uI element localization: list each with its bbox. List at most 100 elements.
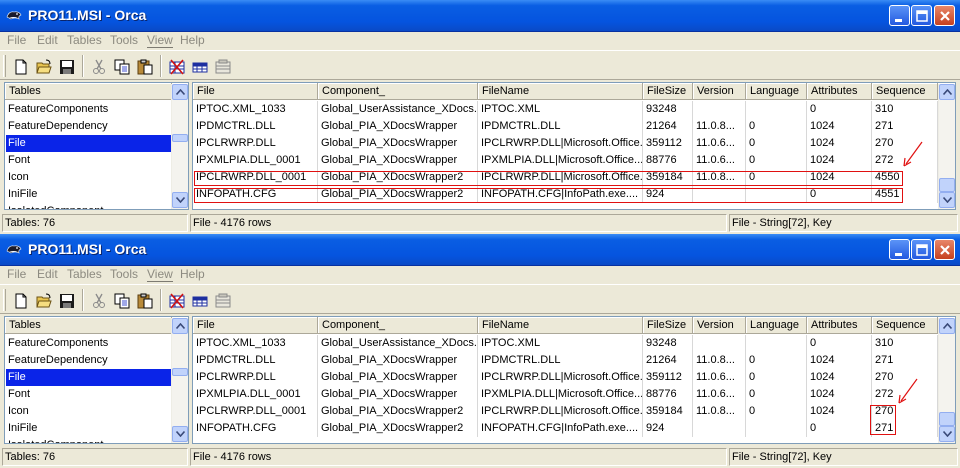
tables-list-item[interactable]: IsolatedComponent bbox=[6, 203, 173, 209]
cell-file[interactable]: IPTOC.XML_1033 bbox=[193, 101, 318, 118]
minimize-button[interactable] bbox=[889, 239, 910, 260]
cell-language[interactable] bbox=[746, 101, 807, 118]
save-button[interactable] bbox=[56, 56, 78, 78]
open-button[interactable] bbox=[33, 290, 55, 312]
cell-version[interactable]: 11.0.8... bbox=[693, 118, 746, 135]
cell-filesize[interactable]: 359112 bbox=[643, 369, 693, 386]
tables-list-item[interactable]: FeatureComponents bbox=[6, 101, 173, 118]
paste-button[interactable] bbox=[134, 56, 156, 78]
header-file[interactable]: File bbox=[193, 83, 318, 100]
cell-sequence[interactable]: 310 bbox=[872, 101, 938, 118]
menu-view[interactable]: View bbox=[147, 33, 173, 48]
menu-tools[interactable]: Tools bbox=[110, 33, 138, 47]
cell-filesize[interactable]: 88776 bbox=[643, 152, 693, 169]
cell-language[interactable] bbox=[746, 420, 807, 437]
tables-list-item[interactable]: File bbox=[6, 369, 173, 386]
table-row[interactable]: IPTOC.XML_1033 Global_UserAssistance_XDoc… bbox=[193, 335, 938, 352]
menu-file[interactable]: File bbox=[7, 33, 26, 47]
tables-list-item[interactable]: Icon bbox=[6, 403, 173, 420]
tables-list-item[interactable]: FeatureComponents bbox=[6, 335, 173, 352]
header-attributes[interactable]: Attributes bbox=[807, 317, 872, 334]
table-properties-button[interactable] bbox=[166, 290, 188, 312]
cell-component[interactable]: Global_PIA_XDocsWrapper bbox=[318, 135, 478, 152]
cell-attributes[interactable]: 1024 bbox=[807, 118, 872, 135]
cell-component[interactable]: Global_PIA_XDocsWrapper bbox=[318, 369, 478, 386]
cell-filename[interactable]: IPXMLPIA.DLL|Microsoft.Office... bbox=[478, 386, 643, 403]
cell-attributes[interactable]: 1024 bbox=[807, 152, 872, 169]
scroll-down-button[interactable] bbox=[172, 426, 188, 442]
cell-attributes[interactable]: 1024 bbox=[807, 369, 872, 386]
cell-version[interactable] bbox=[693, 101, 746, 118]
cell-sequence[interactable]: 310 bbox=[872, 335, 938, 352]
cell-version[interactable] bbox=[693, 335, 746, 352]
grid-scrollbar[interactable] bbox=[938, 318, 955, 443]
header-component[interactable]: Component_ bbox=[318, 317, 478, 334]
cell-component[interactable]: Global_PIA_XDocsWrapper bbox=[318, 352, 478, 369]
header-filename[interactable]: FileName bbox=[478, 317, 643, 334]
file-table-grid[interactable]: File Component_ FileName FileSize Version Lan… bbox=[192, 316, 956, 444]
header-language[interactable]: Language bbox=[746, 83, 807, 100]
cell-file[interactable]: IPCLRWRP.DLL_0001 bbox=[193, 403, 318, 420]
header-filename[interactable]: FileName bbox=[478, 83, 643, 100]
header-attributes[interactable]: Attributes bbox=[807, 83, 872, 100]
table-row[interactable]: IPTOC.XML_1033 Global_UserAssistance_XDoc… bbox=[193, 101, 938, 118]
header-sequence[interactable]: Sequence bbox=[872, 317, 938, 334]
copy-button[interactable] bbox=[111, 56, 133, 78]
paste-button[interactable] bbox=[134, 290, 156, 312]
tables-list-item[interactable]: Font bbox=[6, 386, 173, 403]
cell-component[interactable]: Global_PIA_XDocsWrapper2 bbox=[318, 403, 478, 420]
header-version[interactable]: Version bbox=[693, 317, 746, 334]
cell-file[interactable]: IPDMCTRL.DLL bbox=[193, 352, 318, 369]
tables-list-panel[interactable]: Tables FeatureComponents FeatureDependenc… bbox=[4, 316, 189, 444]
scroll-thumb[interactable] bbox=[939, 412, 955, 426]
cell-filename[interactable]: IPCLRWRP.DLL|Microsoft.Office... bbox=[478, 135, 643, 152]
table-row[interactable]: IPCLRWRP.DLL_0001 Global_PIA_XDocsWrapper… bbox=[193, 403, 938, 420]
tables-list-item[interactable]: IniFile bbox=[6, 420, 173, 437]
cell-attributes[interactable]: 0 bbox=[807, 335, 872, 352]
cell-component[interactable]: Global_UserAssistance_XDocs... bbox=[318, 335, 478, 352]
cell-version[interactable]: 11.0.8... bbox=[693, 403, 746, 420]
tables-header[interactable]: Tables bbox=[5, 317, 172, 334]
cell-filesize[interactable]: 93248 bbox=[643, 101, 693, 118]
close-button[interactable] bbox=[934, 5, 955, 26]
tables-list-item[interactable]: File bbox=[6, 135, 173, 152]
scroll-down-button[interactable] bbox=[172, 192, 188, 208]
scroll-thumb[interactable] bbox=[172, 368, 188, 376]
table-row[interactable]: INFOPATH.CFG Global_PIA_XDocsWrapper2 INFO… bbox=[193, 420, 938, 437]
cell-filename[interactable]: IPDMCTRL.DLL bbox=[478, 118, 643, 135]
add-row-button[interactable] bbox=[189, 290, 211, 312]
tables-scrollbar[interactable] bbox=[171, 84, 188, 209]
cell-filesize[interactable]: 359184 bbox=[643, 403, 693, 420]
scroll-down-button[interactable] bbox=[939, 426, 955, 442]
cell-attributes[interactable]: 0 bbox=[807, 101, 872, 118]
tables-list-item[interactable]: Icon bbox=[6, 169, 173, 186]
cell-filesize[interactable]: 21264 bbox=[643, 118, 693, 135]
cell-filesize[interactable]: 93248 bbox=[643, 335, 693, 352]
maximize-button[interactable] bbox=[911, 239, 932, 260]
cell-filename[interactable]: IPXMLPIA.DLL|Microsoft.Office... bbox=[478, 152, 643, 169]
tables-list-item[interactable]: FeatureDependency bbox=[6, 352, 173, 369]
grid-scrollbar[interactable] bbox=[938, 84, 955, 209]
cell-file[interactable]: IPXMLPIA.DLL_0001 bbox=[193, 386, 318, 403]
cell-file[interactable]: IPXMLPIA.DLL_0001 bbox=[193, 152, 318, 169]
menu-edit[interactable]: Edit bbox=[37, 33, 58, 47]
close-button[interactable] bbox=[934, 239, 955, 260]
menu-view[interactable]: View bbox=[147, 267, 173, 282]
cell-language[interactable]: 0 bbox=[746, 135, 807, 152]
cell-attributes[interactable]: 1024 bbox=[807, 403, 872, 420]
cell-version[interactable]: 11.0.6... bbox=[693, 369, 746, 386]
cell-file[interactable]: IPDMCTRL.DLL bbox=[193, 118, 318, 135]
new-button[interactable] bbox=[10, 56, 32, 78]
toolbar-grip[interactable] bbox=[3, 55, 6, 77]
save-button[interactable] bbox=[56, 290, 78, 312]
cell-filesize[interactable]: 924 bbox=[643, 420, 693, 437]
scroll-thumb[interactable] bbox=[172, 134, 188, 142]
cell-component[interactable]: Global_PIA_XDocsWrapper bbox=[318, 118, 478, 135]
menu-help[interactable]: Help bbox=[180, 267, 205, 281]
cell-version[interactable]: 11.0.6... bbox=[693, 386, 746, 403]
cell-version[interactable] bbox=[693, 420, 746, 437]
tables-list-item[interactable]: FeatureDependency bbox=[6, 118, 173, 135]
toolbar-grip[interactable] bbox=[3, 289, 6, 311]
open-button[interactable] bbox=[33, 56, 55, 78]
scroll-up-button[interactable] bbox=[939, 318, 955, 334]
